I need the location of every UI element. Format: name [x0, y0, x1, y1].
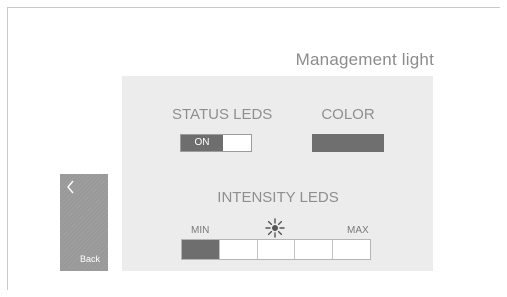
intensity-slider[interactable]	[181, 239, 371, 260]
intensity-segment[interactable]	[182, 240, 220, 259]
color-swatch-button[interactable]	[312, 134, 384, 152]
color-label: COLOR	[321, 106, 375, 123]
status-leds-label: STATUS LEDS	[172, 106, 273, 123]
intensity-leds-label: INTENSITY LEDS	[217, 189, 339, 206]
min-label: MIN	[191, 225, 210, 236]
chevron-left-icon	[67, 180, 74, 194]
management-light-screen: Management light Back STATUS LEDS COLOR …	[0, 0, 507, 297]
back-button[interactable]: Back	[60, 174, 108, 271]
intensity-segment[interactable]	[257, 240, 296, 259]
settings-panel: STATUS LEDS COLOR ON INTENSITY LEDS MIN …	[122, 76, 433, 271]
intensity-segment[interactable]	[295, 240, 334, 259]
intensity-segment[interactable]	[333, 240, 370, 259]
intensity-segment[interactable]	[219, 240, 258, 259]
toggle-on-label: ON	[181, 135, 223, 151]
status-leds-toggle[interactable]: ON	[180, 134, 252, 152]
page-title: Management light	[295, 50, 434, 69]
back-label: Back	[80, 254, 101, 264]
brightness-icon	[265, 218, 285, 238]
max-label: MAX	[347, 225, 369, 236]
